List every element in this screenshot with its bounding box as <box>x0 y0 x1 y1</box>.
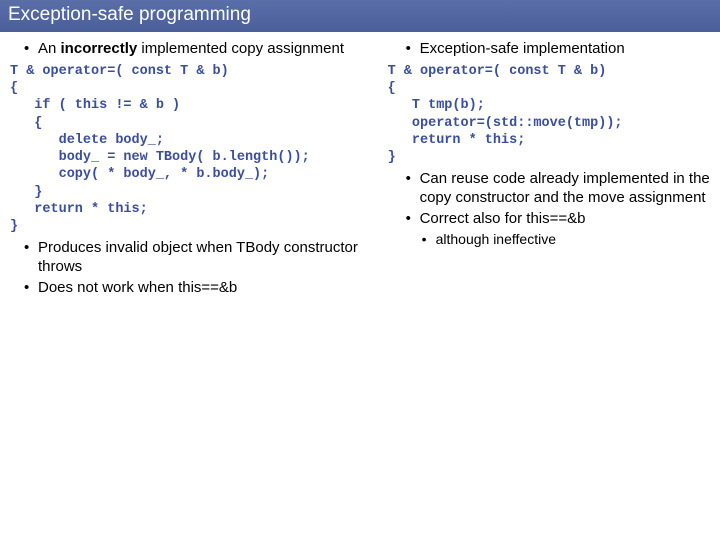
left-heading: An incorrectly implemented copy assignme… <box>38 40 378 59</box>
right-heading: Exception-safe implementation <box>420 40 716 59</box>
left-note-2: Does not work when this==&b <box>38 279 378 298</box>
left-code-block: T & operator=( const T & b) { if ( this … <box>4 61 378 240</box>
left-heading-prefix: An <box>38 40 61 57</box>
right-column: Exception-safe implementation T & operat… <box>382 32 720 300</box>
slide-title: Exception-safe programming <box>0 0 720 32</box>
right-note-2: Correct also for this==&b <box>420 210 716 229</box>
left-heading-bold: incorrectly <box>61 40 138 57</box>
slide-content: An incorrectly implemented copy assignme… <box>0 32 720 300</box>
right-code-block: T & operator=( const T & b) { T tmp(b); … <box>386 61 716 171</box>
right-subnote: although ineffective <box>436 231 716 249</box>
left-heading-suffix: implemented copy assignment <box>137 40 344 57</box>
left-column: An incorrectly implemented copy assignme… <box>0 32 382 300</box>
left-note-1: Produces invalid object when TBody const… <box>38 239 378 277</box>
right-note-1: Can reuse code already implemented in th… <box>420 170 716 208</box>
